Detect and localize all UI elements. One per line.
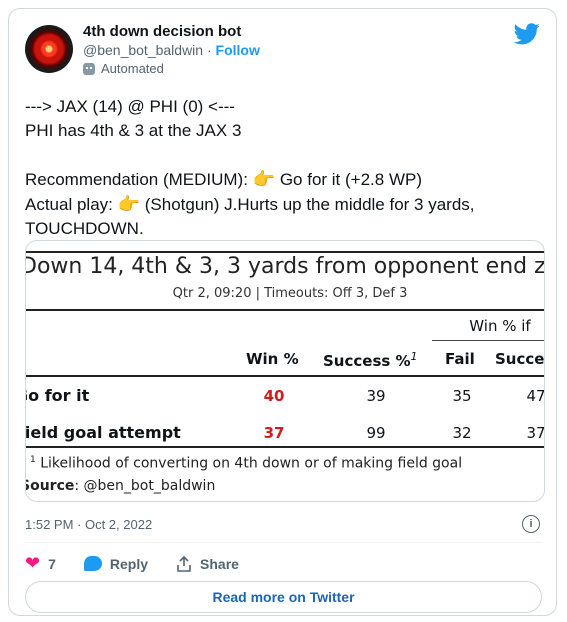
read-more-button[interactable]: Read more on Twitter	[25, 581, 542, 613]
table-title: Down 14, 4th & 3, 3 yards from opponent …	[25, 254, 545, 279]
column-header-success-label: Success %	[323, 352, 411, 370]
heart-icon: ❤	[25, 553, 41, 573]
follow-button[interactable]: Follow	[216, 42, 260, 58]
cell-win-go: 40	[263, 387, 285, 405]
row-label-go-for-it: Go for it	[26, 386, 90, 405]
table-title-rule	[26, 309, 544, 311]
tweet-text: ---> JAX (14) @ PHI (0) <--- PHI has 4th…	[25, 95, 545, 241]
recommendation-value: Go for it (+2.8 WP)	[275, 170, 422, 189]
table-source: Source: @ben_bot_baldwin	[25, 478, 216, 494]
success-footnote-mark: 1	[410, 350, 418, 363]
tweet-line-matchup: ---> JAX (14) @ PHI (0) <---	[25, 97, 235, 116]
column-spanner: Win % if	[469, 317, 531, 335]
source-value: : @ben_bot_baldwin	[74, 478, 216, 494]
footnote-text: Likelihood of converting on 4th down or …	[40, 455, 463, 472]
like-count: 7	[48, 555, 56, 572]
reply-label: Reply	[109, 555, 149, 572]
table-header-rule	[26, 375, 544, 377]
handle-separator: ·	[206, 42, 212, 58]
source-label: Source	[25, 478, 75, 494]
cell-fail-go: 35	[452, 387, 472, 405]
author-handle-row: @ben_bot_baldwin · Follow	[83, 42, 260, 58]
cell-fail-fg: 32	[452, 424, 472, 442]
actual-play-text: Actual play:	[25, 195, 118, 214]
pointing-hand-icon: 👉	[252, 169, 276, 189]
column-header-fail: Fail	[445, 350, 475, 368]
recommendation-text: Recommendation (MEDIUM):	[25, 170, 253, 189]
author-handle[interactable]: @ben_bot_baldwin	[83, 42, 203, 58]
automated-label: Automated	[101, 61, 164, 76]
column-header-success: Success %1	[323, 350, 418, 370]
actions-divider	[25, 542, 542, 543]
actual-play-value: (Shotgun) J.Hurts up the middle for 3 ya…	[140, 195, 475, 214]
row-label-field-goal: Field goal attempt	[25, 423, 181, 442]
tweet-line-situation: PHI has 4th & 3 at the JAX 3	[25, 121, 242, 140]
cell-succeed-go: 47	[526, 387, 545, 405]
spanner-rule	[432, 340, 544, 341]
tweet-card: 4th down decision bot @ben_bot_baldwin ·…	[8, 8, 557, 616]
column-header-win: Win %	[246, 350, 299, 368]
column-header-succeed: Succeed	[495, 350, 545, 368]
avatar[interactable]	[25, 25, 73, 73]
table-bottom-rule	[26, 446, 544, 448]
twitter-bird-icon[interactable]	[514, 23, 540, 45]
tweet-line-result: TOUCHDOWN.	[25, 219, 144, 238]
automated-label-row: Automated	[83, 61, 164, 76]
reply-bubble-icon	[83, 556, 102, 571]
cell-success-fg: 99	[366, 424, 386, 442]
action-bar: ❤ 7 Reply Share	[25, 553, 267, 574]
cell-succeed-fg: 37	[526, 424, 545, 442]
share-button[interactable]: Share	[176, 555, 239, 572]
cell-win-fg: 37	[263, 424, 285, 442]
table-subtitle: Qtr 2, 09:20 | Timeouts: Off 3, Def 3	[172, 286, 408, 301]
tweet-line-actual-play: Actual play: 👉 (Shotgun) J.Hurts up the …	[25, 192, 545, 217]
share-label: Share	[200, 555, 239, 572]
tweet-timestamp[interactable]: 1:52 PM · Oct 2, 2022	[25, 517, 152, 532]
table-footnote: 1 Likelihood of converting on 4th down o…	[30, 455, 462, 472]
share-icon	[177, 555, 191, 572]
info-icon[interactable]: i	[522, 515, 540, 533]
author-name[interactable]: 4th down decision bot	[83, 23, 241, 40]
cell-success-go: 39	[366, 387, 386, 405]
pointing-hand-icon: 👉	[117, 194, 141, 214]
table-top-rule	[26, 251, 544, 253]
table-image[interactable]: Down 14, 4th & 3, 3 yards from opponent …	[25, 240, 545, 502]
like-button[interactable]: ❤ 7	[25, 553, 56, 574]
tweet-line-recommendation: Recommendation (MEDIUM): 👉 Go for it (+2…	[25, 167, 545, 192]
footnote-mark: 1	[30, 455, 36, 465]
reply-button[interactable]: Reply	[83, 555, 149, 572]
bot-icon	[83, 62, 95, 75]
